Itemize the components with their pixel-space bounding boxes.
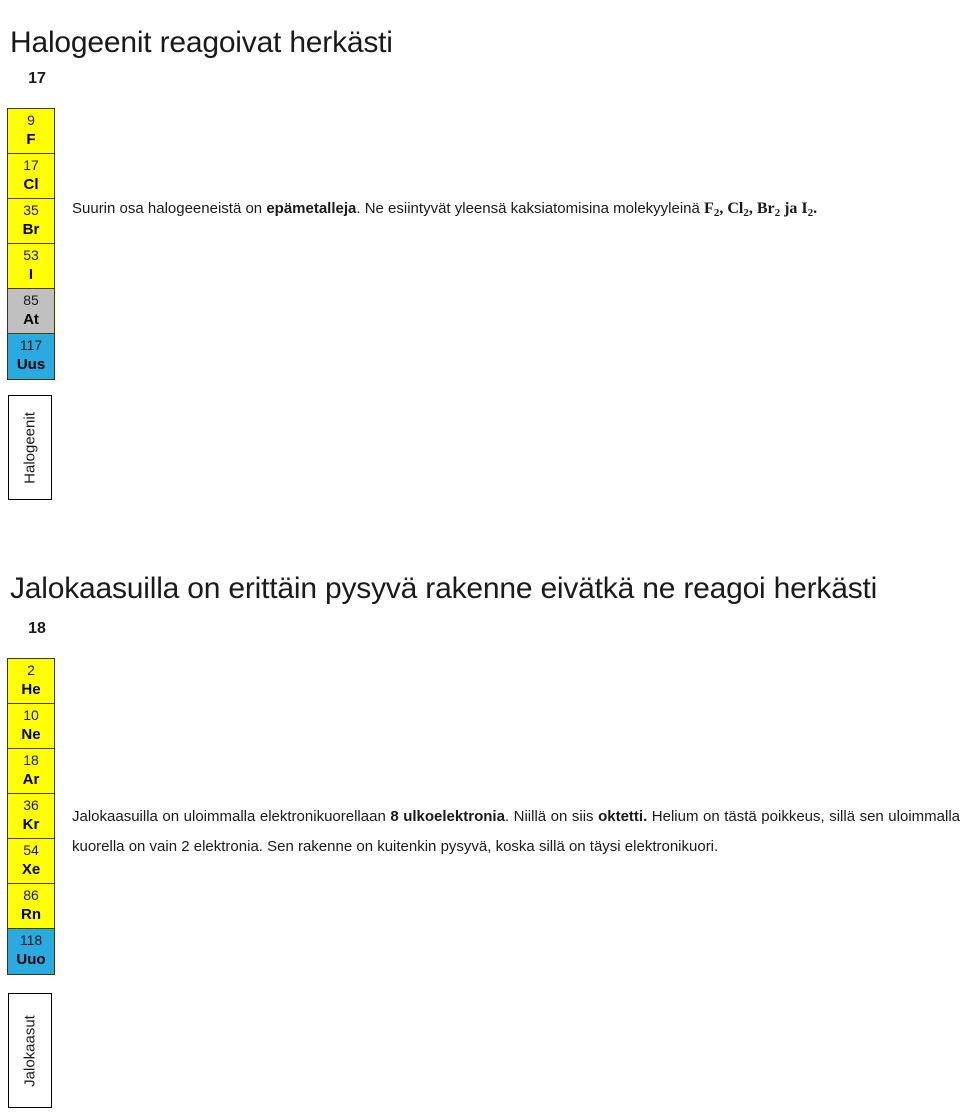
group-number-18: 18 [28,620,46,637]
group-label-box-halogens: Halogeenit [8,395,52,500]
group-label-box-noblegases: Jalokaasut [8,993,52,1108]
halogen-description-paragraph: Suurin osa halogeeneistä on epämetalleja… [72,200,818,219]
element-symbol: Ne [21,726,41,743]
element-cell-uuo: 118 Uuo [8,929,54,974]
element-symbol: Br [22,221,40,238]
atomic-number: 53 [23,247,39,263]
emphasis-epametalleja: epämetalleja [266,200,357,217]
formula-subscript: 2 [807,207,814,219]
element-cell-cl: 17 Cl [8,154,54,199]
element-symbol: F [26,131,36,148]
molecule-formula-i2: I2 [801,200,814,219]
element-cell-kr: 36 Kr [8,794,54,839]
element-cell-br: 35 Br [8,199,54,244]
element-symbol: Kr [22,816,40,833]
element-cell-ar: 18 Ar [8,749,54,794]
atomic-number: 118 [19,932,43,948]
noblegas-description-paragraph: Jalokaasuilla on uloimmalla elektronikuo… [72,808,960,855]
element-symbol: Rn [21,906,41,923]
atomic-number: 18 [23,752,39,768]
formula-subscript: 2 [713,207,720,219]
element-symbol: Cl [23,176,39,193]
atomic-number: 54 [23,842,39,858]
element-symbol: Ar [22,771,40,788]
atomic-number: 86 [23,887,39,903]
formula-separator: , [748,200,757,217]
element-cell-f: 9F [8,109,54,154]
element-symbol: Xe [21,861,41,878]
element-cell-at: 85 At [8,289,54,334]
element-symbol: He [21,681,41,698]
halogen-element-column: 9 F 17 Cl 35 Br 53 I 85 At 117 Uus [7,108,55,380]
group-label-text-halogens: Halogeenit [21,411,39,484]
atomic-number: 9 [27,112,35,128]
element-cell-xe: 54 Xe [8,839,54,884]
formula-subscript: 2 [774,207,781,219]
element-symbol: Uus [16,356,46,373]
element-symbol: I [28,266,34,283]
element-cell-ne: 10 Ne [8,704,54,749]
element-symbol: At [23,311,39,328]
element-symbol: Uuo [16,951,46,968]
formula-separator: . [813,200,818,217]
element-cell-i: 53 I [8,244,54,289]
emphasis-ulkoelektronia: 8 ulkoelektronia [390,808,505,825]
page-title-noblegases: Jalokaasuilla on erittäin pysyvä rakenne… [10,572,878,606]
molecule-formula-cl2: Cl2 [727,200,749,219]
atomic-number: 85 [23,292,39,308]
noblegas-element-column: 2 He 10 Ne 18 Ar 36 Kr 54 Xe 86 Rn 118 Uuo [7,658,55,975]
atomic-number: 10 [23,707,39,723]
element-cell-rn: 86 Rn [8,884,54,929]
formula-separator: ja [780,200,802,217]
molecule-formula-f2: F2 [704,200,720,219]
element-cell-uus: 117 Uus [8,334,54,379]
element-cell-he: 2 He [8,659,54,704]
formula-subscript: 2 [743,207,749,219]
group-label-text-noblegases: Jalokaasut [21,1014,39,1087]
molecule-formula-br2: Br2 [756,200,781,219]
atomic-number: 117 [19,337,43,353]
atomic-number: 36 [23,797,39,813]
emphasis-oktetti: oktetti. [598,808,648,825]
group-number-17: 17 [28,70,46,87]
atomic-number: 17 [23,157,39,173]
atomic-number: 2 [27,662,35,678]
page-title-halogens: Halogeenit reagoivat herkästi [10,26,393,60]
atomic-number: 35 [23,202,39,218]
